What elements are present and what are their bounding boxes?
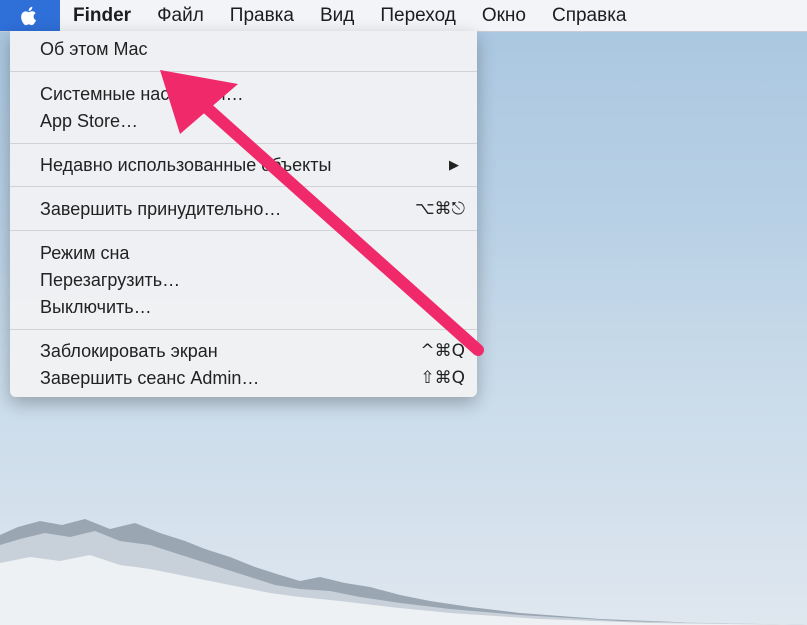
menubar-item-view[interactable]: Вид: [307, 0, 367, 31]
menu-item-log-out[interactable]: Завершить сеанс Admin… ⇧⌘Q: [10, 365, 477, 391]
menu-item-app-store[interactable]: App Store…: [10, 108, 477, 134]
menu-item-about-this-mac[interactable]: Об этом Mac: [10, 36, 477, 62]
menu-item-label: Перезагрузить…: [40, 270, 181, 290]
menu-item-label: Режим сна: [40, 243, 130, 263]
menubar-item-help[interactable]: Справка: [539, 0, 640, 31]
menu-bar: Finder Файл Правка Вид Переход Окно Спра…: [0, 0, 807, 32]
apple-logo-icon: [21, 6, 36, 25]
menu-separator: [10, 71, 477, 72]
menubar-item-finder[interactable]: Finder: [60, 0, 144, 31]
menu-item-shut-down[interactable]: Выключить…: [10, 294, 477, 320]
menubar-item-edit[interactable]: Правка: [217, 0, 307, 31]
menu-separator: [10, 230, 477, 231]
menu-item-lock-screen[interactable]: Заблокировать экран ^⌘Q: [10, 338, 477, 364]
keyboard-shortcut: ⌥⌘⎋: [414, 199, 465, 219]
menu-item-label: Завершить сеанс Admin…: [40, 368, 260, 388]
keyboard-shortcut: ^⌘Q: [420, 341, 465, 361]
menu-item-label: Выключить…: [40, 297, 152, 317]
menu-item-label: Системные настройки…: [40, 84, 244, 104]
menu-separator: [10, 143, 477, 144]
menubar-item-file[interactable]: Файл: [144, 0, 217, 31]
menu-item-system-preferences[interactable]: Системные настройки…: [10, 81, 477, 107]
menubar-item-go[interactable]: Переход: [367, 0, 468, 31]
keyboard-shortcut: ⇧⌘Q: [420, 368, 465, 388]
apple-menu-dropdown: Об этом Mac Системные настройки… App Sto…: [10, 31, 477, 397]
menu-separator: [10, 329, 477, 330]
submenu-arrow-icon: ▶: [449, 157, 459, 172]
menu-item-force-quit[interactable]: Завершить принудительно… ⌥⌘⎋: [10, 196, 477, 222]
menu-item-label: App Store…: [40, 111, 139, 131]
menu-item-label: Завершить принудительно…: [40, 199, 282, 219]
menu-item-restart[interactable]: Перезагрузить…: [10, 267, 477, 293]
apple-menu-button[interactable]: [0, 0, 60, 31]
menubar-item-window[interactable]: Окно: [469, 0, 539, 31]
menu-item-label: Недавно использованные объекты: [40, 155, 332, 175]
menu-item-label: Заблокировать экран: [40, 341, 218, 361]
menu-separator: [10, 186, 477, 187]
menu-item-recent-items[interactable]: Недавно использованные объекты ▶: [10, 152, 477, 178]
mountain-range: [0, 519, 807, 625]
menu-item-sleep[interactable]: Режим сна: [10, 240, 477, 266]
menu-item-label: Об этом Mac: [40, 39, 148, 59]
